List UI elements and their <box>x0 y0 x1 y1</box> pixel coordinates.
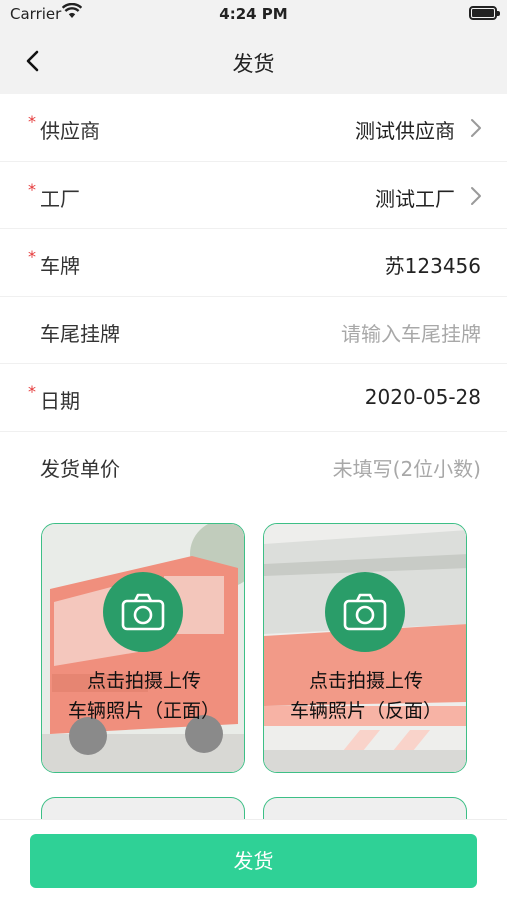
caption-line: 点击拍摄上传 <box>308 670 423 692</box>
bottom-bar: 发货 <box>0 819 507 900</box>
battery-icon <box>469 6 500 20</box>
unit-price-field[interactable]: 未填写(2位小数) <box>333 453 481 482</box>
camera-icon <box>121 593 165 631</box>
caption-line: 车辆照片（反面） <box>289 700 442 722</box>
factory-label: 工厂 <box>40 186 80 211</box>
date-label: 日期 <box>40 389 80 413</box>
navigation-bar: 发货 <box>0 30 507 94</box>
rear-photo-upload[interactable]: 点击拍摄上传 车辆照片（反面） <box>263 523 467 773</box>
chevron-right-icon <box>471 119 481 137</box>
required-asterisk: * <box>28 179 36 199</box>
trailer-plate-label: 车尾挂牌 <box>40 321 120 346</box>
license-plate-label: 车牌 <box>40 254 80 278</box>
upload-caption: 点击拍摄上传 车辆照片（反面） <box>264 666 466 726</box>
clock: 4:24 PM <box>219 5 288 23</box>
shipment-form: * 供应商 测试供应商 * 工厂 测试工厂 * 车牌 苏123456 车尾挂牌 … <box>0 94 507 499</box>
photo-section: 点击拍摄上传 车辆照片（正面） 点击拍摄上传 车辆照片（反面） <box>0 497 507 827</box>
date-row[interactable]: * 日期 2020-05-28 <box>0 364 507 432</box>
ship-button[interactable]: 发货 <box>30 834 477 888</box>
camera-button[interactable] <box>325 572 405 652</box>
unit-price-row[interactable]: 发货单价 未填写(2位小数) <box>0 432 507 499</box>
camera-icon <box>343 593 387 631</box>
unit-price-label: 发货单价 <box>40 456 120 481</box>
license-plate-row[interactable]: * 车牌 苏123456 <box>0 229 507 297</box>
camera-button[interactable] <box>103 572 183 652</box>
required-asterisk: * <box>28 247 36 266</box>
required-asterisk: * <box>28 382 36 401</box>
supplier-row[interactable]: * 供应商 测试供应商 <box>0 94 507 162</box>
trailer-plate-field[interactable]: 请输入车尾挂牌 <box>341 318 481 347</box>
required-asterisk: * <box>28 112 36 131</box>
supplier-value: 测试供应商 <box>355 119 455 143</box>
supplier-label: 供应商 <box>40 119 100 143</box>
caption-line: 车辆照片（正面） <box>67 700 220 722</box>
factory-row[interactable]: * 工厂 测试工厂 <box>0 162 507 229</box>
chevron-right-icon <box>471 186 481 205</box>
trailer-plate-row[interactable]: 车尾挂牌 请输入车尾挂牌 <box>0 297 507 364</box>
front-photo-upload[interactable]: 点击拍摄上传 车辆照片（正面） <box>41 523 245 773</box>
date-value[interactable]: 2020-05-28 <box>365 385 481 409</box>
upload-caption: 点击拍摄上传 车辆照片（正面） <box>42 666 244 726</box>
caption-line: 点击拍摄上传 <box>86 670 201 692</box>
factory-value: 测试工厂 <box>375 186 455 211</box>
status-bar: Carrier 4:24 PM <box>0 0 507 30</box>
license-plate-field[interactable]: 苏123456 <box>385 250 481 279</box>
page-title: 发货 <box>232 52 275 76</box>
